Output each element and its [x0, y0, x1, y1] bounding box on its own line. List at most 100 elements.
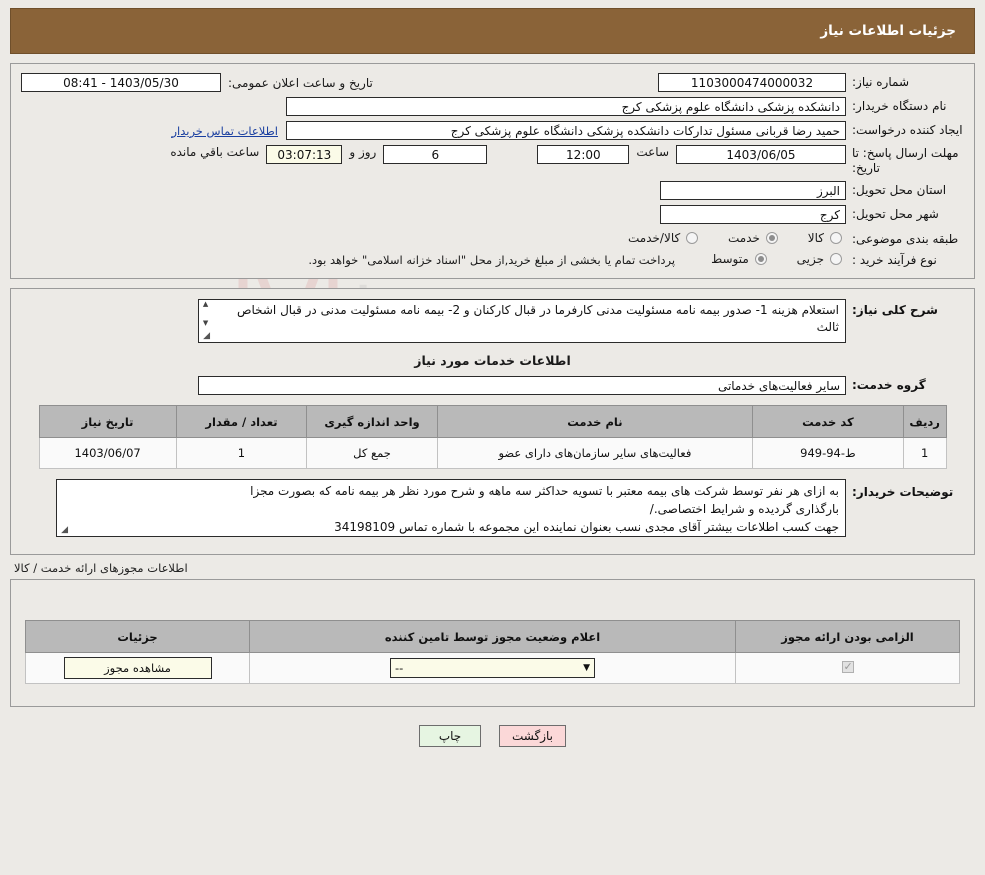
licenses-panel: الزامی بودن ارائه مجوز اعلام وضعیت مجوز … — [10, 579, 975, 707]
service-group-input[interactable]: سایر فعالیت‌های خدماتی — [198, 376, 846, 395]
province-label: استان محل تحویل: — [852, 183, 947, 197]
need-info-panel: شماره نیاز: 1103000474000032 تاریخ و ساع… — [10, 63, 975, 279]
buyer-notes-label: توضیحات خریدار: — [852, 485, 954, 499]
deadline-time-input[interactable]: 12:00 — [537, 145, 630, 164]
need-number-label: شماره نیاز: — [852, 75, 909, 89]
radio-icon[interactable] — [830, 253, 842, 265]
announce-label: تاریخ و ساعت اعلان عمومی: — [228, 75, 373, 90]
cell-service-name: فعالیت‌های سایر سازمان‌های دارای عضو — [436, 437, 754, 469]
process-radio-group: جزیی متوسط — [685, 252, 846, 268]
process-row: نوع فرآیند خرید : جزیی متوسط پرداخت تمام… — [21, 252, 964, 268]
col-unit: واحد اندازه گیری — [306, 405, 438, 438]
table-row: 1 ط-94-949 فعالیت‌های سایر سازمان‌های دا… — [38, 437, 947, 469]
city-label: شهر محل تحویل: — [852, 207, 939, 221]
description-text: استعلام هزینه 1- صدور بیمه نامه مسئولیت … — [236, 303, 839, 334]
cell-license-details: مشاهده مجوز — [25, 652, 250, 684]
category-option-kala[interactable]: کالا — [808, 231, 842, 245]
service-group-label: گروه خدمت: — [852, 378, 926, 392]
deadline-date-input[interactable]: 1403/06/05 — [676, 145, 846, 164]
category-option-label: کالا/خدمت — [628, 231, 681, 245]
col-license-details: جزئیات — [25, 620, 250, 653]
cell-unit: جمع کل — [306, 437, 438, 469]
description-label: شرح کلی نیاز: — [852, 303, 938, 317]
back-button[interactable]: بازگشت — [499, 725, 566, 747]
resize-grip-icon[interactable]: ◢ — [201, 332, 210, 341]
col-need-date: تاریخ نیاز — [38, 405, 177, 438]
buyer-notes-line: به ازای هر نفر توسط شرکت های بیمه معتبر … — [250, 484, 839, 498]
announce-datetime-input[interactable]: 1403/05/30 - 08:41 — [21, 73, 221, 92]
deadline-row: مهلت ارسال پاسخ: تا تاریخ: 1403/06/05 سا… — [21, 145, 964, 176]
buyer-contact-link[interactable]: اطلاعات تماس خریدار — [171, 124, 278, 138]
category-option-label: خدمت — [728, 231, 760, 245]
services-table-header-row: ردیف کد خدمت نام خدمت واحد اندازه گیری ت… — [38, 405, 947, 438]
services-section-title: اطلاعات خدمات مورد نیاز — [414, 353, 571, 368]
service-group-row: گروه خدمت: سایر فعالیت‌های خدماتی — [21, 376, 964, 395]
city-input[interactable]: کرج — [660, 205, 846, 224]
resize-grip-icon[interactable]: ◢ — [59, 526, 68, 535]
cell-license-required — [735, 652, 960, 684]
need-number-row: شماره نیاز: 1103000474000032 تاریخ و ساع… — [21, 73, 964, 92]
process-label: نوع فرآیند خرید : — [852, 252, 937, 267]
page-title-bar: جزئیات اطلاعات نیاز — [10, 8, 975, 54]
province-row: استان محل تحویل: البرز — [21, 181, 964, 200]
cell-license-status: ▼ -- — [249, 652, 736, 684]
buyer-org-row: نام دستگاه خریدار: دانشکده پزشکی دانشگاه… — [21, 97, 964, 116]
buyer-org-label: نام دستگاه خریدار: — [852, 99, 947, 113]
page-title: جزئیات اطلاعات نیاز — [820, 23, 956, 39]
days-label: روز و — [349, 145, 377, 159]
process-option-jozei[interactable]: جزیی — [797, 252, 842, 266]
checkbox-checked-icon — [841, 660, 854, 673]
licenses-section-note: اطلاعات مجوزهای ارائه خدمت / کالا — [14, 561, 188, 575]
buyer-org-input[interactable]: دانشکده پزشکی دانشگاه علوم پزشکی کرج — [286, 97, 846, 116]
radio-icon[interactable] — [830, 232, 842, 244]
print-button[interactable]: چاپ — [419, 725, 481, 747]
license-status-select[interactable]: ▼ -- — [390, 658, 595, 678]
process-option-label: جزیی — [796, 252, 824, 266]
view-license-button[interactable]: مشاهده مجوز — [63, 657, 212, 679]
radio-icon[interactable] — [754, 253, 767, 265]
process-option-label: متوسط — [711, 252, 749, 266]
radio-icon[interactable] — [686, 232, 699, 244]
process-option-motavaset[interactable]: متوسط — [711, 252, 767, 266]
description-textarea[interactable]: ▲ ▼ ◢ استعلام هزینه 1- صدور بیمه نامه مسئ… — [198, 299, 846, 343]
chevron-down-icon[interactable]: ▼ — [583, 658, 590, 678]
category-label: طبقه بندی موضوعی: — [852, 231, 959, 246]
cell-service-code: ط-94-949 — [752, 437, 904, 469]
licenses-table-header-row: الزامی بودن ارائه مجوز اعلام وضعیت مجوز … — [25, 620, 960, 653]
table-row: ▼ -- مشاهده مجوز — [25, 652, 960, 684]
category-row: طبقه بندی موضوعی: کالا خدمت کالا/خدمت — [21, 231, 964, 247]
cell-need-date: 1403/06/07 — [38, 437, 177, 469]
footer-button-bar: بازگشت چاپ — [10, 725, 975, 747]
category-radio-group: کالا خدمت کالا/خدمت — [602, 231, 846, 247]
city-row: شهر محل تحویل: کرج — [21, 205, 964, 224]
description-panel: شرح کلی نیاز: ▲ ▼ ◢ استعلام هزینه 1- صدور… — [10, 288, 975, 555]
deadline-label: مهلت ارسال پاسخ: تا تاریخ: — [852, 146, 959, 175]
radio-icon[interactable] — [765, 232, 778, 244]
buyer-notes-line: جهت کسب اطلاعات بیشتر آقای مجدی نسب بعنو… — [334, 520, 839, 534]
col-license-status: اعلام وضعیت مجوز توسط تامین کننده — [249, 620, 736, 653]
need-number-input[interactable]: 1103000474000032 — [658, 73, 846, 92]
buyer-notes-textarea[interactable]: ◢ به ازای هر نفر توسط شرکت های بیمه معتب… — [56, 479, 846, 537]
col-quantity: تعداد / مقدار — [175, 405, 308, 438]
services-table: ردیف کد خدمت نام خدمت واحد اندازه گیری ت… — [38, 405, 947, 469]
remaining-days-input[interactable]: 6 — [383, 145, 488, 164]
licenses-table: الزامی بودن ارائه مجوز اعلام وضعیت مجوز … — [25, 620, 960, 684]
page-root: جزئیات اطلاعات نیاز شماره نیاز: 11030004… — [0, 0, 985, 747]
hour-label: ساعت — [636, 145, 669, 159]
cell-radif: 1 — [902, 437, 947, 469]
col-service-name: نام خدمت — [436, 405, 754, 438]
remaining-time-input: 03:07:13 — [266, 145, 343, 164]
description-row: شرح کلی نیاز: ▲ ▼ ◢ استعلام هزینه 1- صدور… — [21, 299, 964, 343]
remaining-label: ساعت باقي مانده — [170, 145, 260, 159]
creator-row: ایجاد کننده درخواست: حمید رضا قربانی مسئ… — [21, 121, 964, 140]
province-input[interactable]: البرز — [660, 181, 846, 200]
payment-note: پرداخت تمام یا بخشی از مبلغ خرید,از محل … — [308, 253, 676, 267]
buyer-notes-row: توضیحات خریدار: ◢ به ازای هر نفر توسط شر… — [21, 479, 964, 537]
category-option-kala-khadamat[interactable]: کالا/خدمت — [628, 231, 699, 245]
col-radif: ردیف — [902, 405, 947, 438]
category-option-khadamat[interactable]: خدمت — [728, 231, 778, 245]
scroll-spinner-icon[interactable]: ▲ ▼ — [200, 301, 211, 327]
buyer-notes-line: بارگذاری گردیده و شرایط اختصاصی./ — [649, 502, 839, 516]
creator-input[interactable]: حمید رضا قربانی مسئول تدارکات دانشکده پز… — [286, 121, 846, 140]
cell-quantity: 1 — [175, 437, 308, 469]
